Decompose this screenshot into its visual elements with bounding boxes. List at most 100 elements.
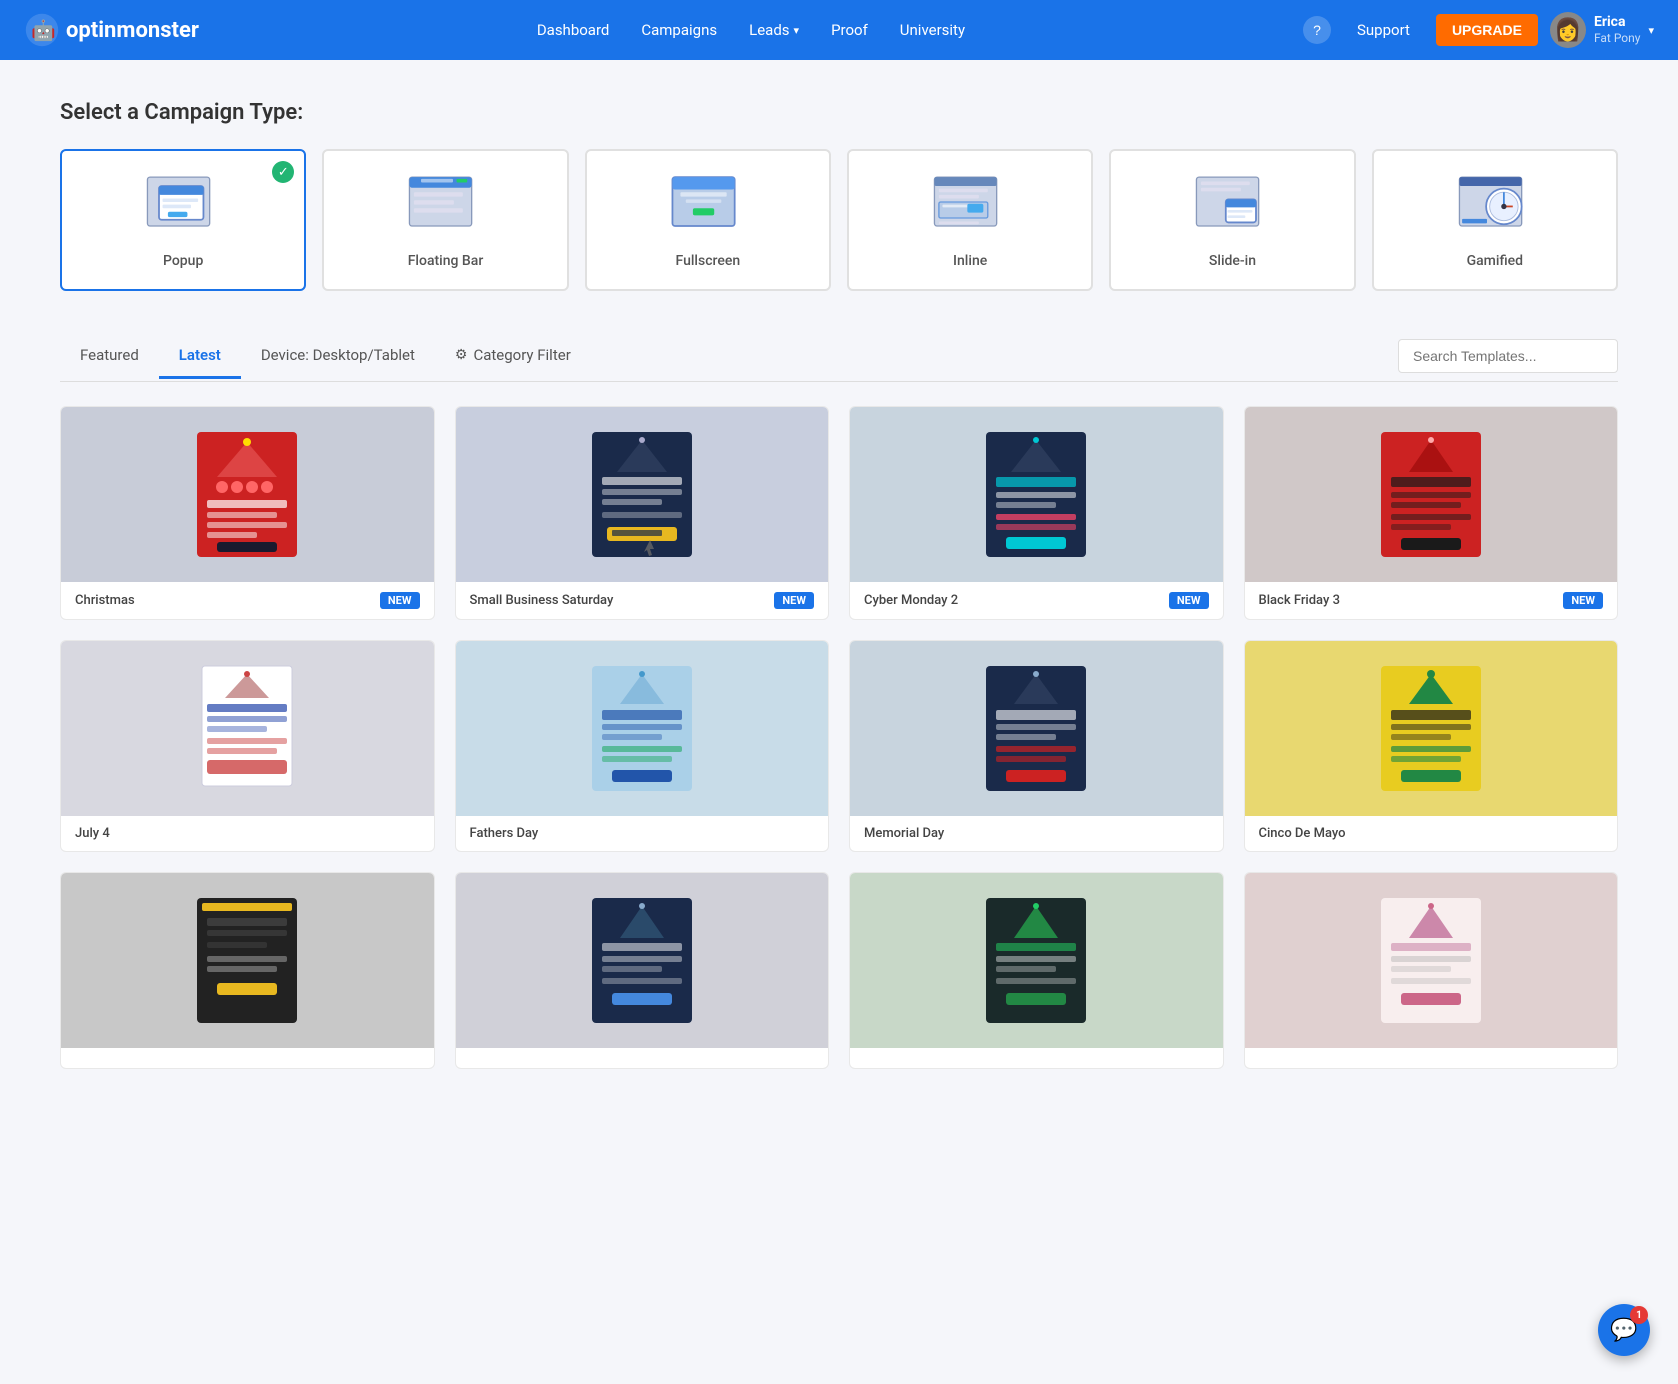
user-avatar: 👩 xyxy=(1550,12,1586,48)
template-card-12[interactable] xyxy=(1244,872,1619,1069)
template-card-10[interactable] xyxy=(455,872,830,1069)
template-card-blackfriday[interactable]: Black Friday 3 NEW xyxy=(1244,406,1619,620)
template-thumb-fathersday xyxy=(456,641,829,816)
template-info-9 xyxy=(61,1048,434,1068)
template-info-july4: July 4 xyxy=(61,816,434,851)
template-card-cyber[interactable]: Cyber Monday 2 NEW xyxy=(849,406,1224,620)
template-name-fathersday: Fathers Day xyxy=(470,826,539,841)
template-thumb-memorialday xyxy=(850,641,1223,816)
campaign-slide-in-label: Slide-in xyxy=(1209,253,1256,269)
chat-fab[interactable]: 💬 1 xyxy=(1598,1304,1650,1356)
template-info-fathersday: Fathers Day xyxy=(456,816,829,851)
template-card-memorialday[interactable]: Memorial Day xyxy=(849,640,1224,852)
template-info-small-biz: Small Business Saturday NEW xyxy=(456,582,829,619)
template-name-cincodemayo: Cinco De Mayo xyxy=(1259,826,1346,841)
svg-text:🤖: 🤖 xyxy=(31,19,56,42)
template-thumb-christmas xyxy=(61,407,434,582)
nav-leads[interactable]: Leads ▾ xyxy=(735,13,813,47)
user-sub: Fat Pony xyxy=(1594,31,1641,45)
campaign-type-floating-bar[interactable]: Floating Bar xyxy=(322,149,568,291)
template-name-memorialday: Memorial Day xyxy=(864,826,944,841)
tab-latest[interactable]: Latest xyxy=(159,334,241,379)
template-card-july4[interactable]: July 4 xyxy=(60,640,435,852)
template-info-12 xyxy=(1245,1048,1618,1068)
template-card-fathersday[interactable]: Fathers Day xyxy=(455,640,830,852)
navbar: 🤖 optinmonster Dashboard Campaigns Leads… xyxy=(0,0,1678,60)
slide-in-icon xyxy=(1192,171,1272,241)
campaign-type-inline[interactable]: Inline xyxy=(847,149,1093,291)
campaign-floating-bar-label: Floating Bar xyxy=(408,253,484,269)
template-info-10 xyxy=(456,1048,829,1068)
nav-leads-chevron: ▾ xyxy=(794,24,800,37)
navbar-links: Dashboard Campaigns Leads ▾ Proof Univer… xyxy=(231,13,1271,47)
template-card-small-biz[interactable]: Small Business Saturday NEW xyxy=(455,406,830,620)
selected-check-icon: ✓ xyxy=(272,161,294,183)
template-badge-cyber: NEW xyxy=(1169,592,1209,609)
inline-icon xyxy=(930,171,1010,241)
main-content: Select a Campaign Type: ✓ Popup xyxy=(0,60,1678,1109)
campaign-gamified-label: Gamified xyxy=(1467,253,1523,269)
nav-proof[interactable]: Proof xyxy=(817,13,882,47)
user-info: Erica Fat Pony xyxy=(1594,14,1641,45)
template-tabs: Featured Latest Device: Desktop/Tablet ⚙… xyxy=(60,331,1618,382)
logo[interactable]: 🤖 optinmonster xyxy=(24,12,199,48)
template-name-blackfriday: Black Friday 3 xyxy=(1259,593,1340,608)
template-thumb-july4 xyxy=(61,641,434,816)
gear-icon: ⚙ xyxy=(455,347,468,363)
tab-device[interactable]: Device: Desktop/Tablet xyxy=(241,334,435,379)
template-name-christmas: Christmas xyxy=(75,593,135,608)
template-info-cincodemayo: Cinco De Mayo xyxy=(1245,816,1618,851)
nav-campaigns[interactable]: Campaigns xyxy=(627,13,731,47)
nav-university[interactable]: University xyxy=(886,13,979,47)
page-title: Select a Campaign Type: xyxy=(60,100,1618,125)
nav-leads-label: Leads xyxy=(749,21,789,39)
user-menu[interactable]: 👩 Erica Fat Pony ▾ xyxy=(1550,12,1654,48)
template-thumb-cyber xyxy=(850,407,1223,582)
user-name: Erica xyxy=(1594,14,1641,31)
template-card-cincodemayo[interactable]: Cinco De Mayo xyxy=(1244,640,1619,852)
campaign-type-gamified[interactable]: Gamified xyxy=(1372,149,1618,291)
template-thumb-small-biz xyxy=(456,407,829,582)
template-info-blackfriday: Black Friday 3 NEW xyxy=(1245,582,1618,619)
fab-badge: 1 xyxy=(1630,1306,1648,1324)
template-info-memorialday: Memorial Day xyxy=(850,816,1223,851)
tab-category-label: Category Filter xyxy=(473,346,570,364)
template-grid: Christmas NEW xyxy=(60,406,1618,620)
template-thumb-11 xyxy=(850,873,1223,1048)
template-badge-small-biz: NEW xyxy=(774,592,814,609)
template-info-cyber: Cyber Monday 2 NEW xyxy=(850,582,1223,619)
campaign-inline-label: Inline xyxy=(953,253,987,269)
template-card-11[interactable] xyxy=(849,872,1224,1069)
template-card-9[interactable] xyxy=(60,872,435,1069)
template-badge-christmas: NEW xyxy=(380,592,420,609)
campaign-type-popup[interactable]: ✓ Popup xyxy=(60,149,306,291)
template-info-christmas: Christmas NEW xyxy=(61,582,434,619)
template-thumb-10 xyxy=(456,873,829,1048)
floating-bar-icon xyxy=(405,171,485,241)
nav-dashboard[interactable]: Dashboard xyxy=(523,13,624,47)
nav-support[interactable]: Support xyxy=(1343,13,1424,47)
campaign-type-fullscreen[interactable]: Fullscreen xyxy=(585,149,831,291)
template-badge-blackfriday: NEW xyxy=(1563,592,1603,609)
template-thumb-12 xyxy=(1245,873,1618,1048)
campaign-type-slide-in[interactable]: Slide-in xyxy=(1109,149,1355,291)
template-thumb-blackfriday xyxy=(1245,407,1618,582)
template-card-christmas[interactable]: Christmas NEW xyxy=(60,406,435,620)
template-info-11 xyxy=(850,1048,1223,1068)
gamified-icon xyxy=(1455,171,1535,241)
tab-featured[interactable]: Featured xyxy=(60,334,159,379)
user-menu-chevron: ▾ xyxy=(1648,24,1654,37)
campaign-type-selector: ✓ Popup Floating Bar xyxy=(60,149,1618,291)
template-search-input[interactable] xyxy=(1398,339,1618,373)
help-button[interactable]: ? xyxy=(1303,16,1331,44)
logo-icon: 🤖 xyxy=(24,12,60,48)
upgrade-button[interactable]: UPGRADE xyxy=(1436,14,1538,46)
tab-category[interactable]: ⚙ Category Filter xyxy=(435,334,591,379)
fullscreen-icon xyxy=(668,171,748,241)
navbar-right: ? Support UPGRADE 👩 Erica Fat Pony ▾ xyxy=(1303,12,1654,48)
template-thumb-9 xyxy=(61,873,434,1048)
campaign-fullscreen-label: Fullscreen xyxy=(676,253,741,269)
template-name-small-biz: Small Business Saturday xyxy=(470,593,614,608)
template-name-cyber: Cyber Monday 2 xyxy=(864,593,958,608)
popup-icon xyxy=(143,171,223,241)
